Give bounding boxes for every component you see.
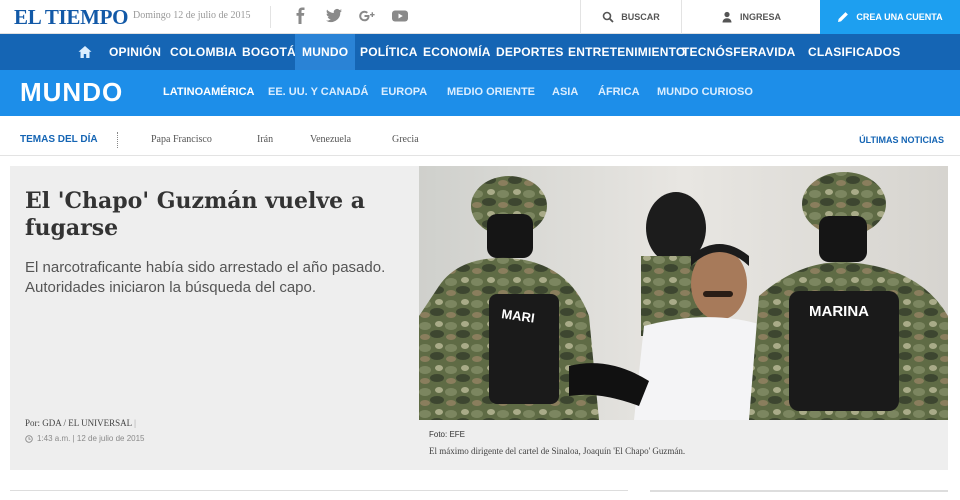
- subnav-medio-oriente[interactable]: MEDIO ORIENTE: [447, 86, 535, 98]
- divider: [270, 6, 271, 28]
- google-plus-icon[interactable]: [358, 7, 376, 25]
- home-icon[interactable]: [77, 44, 93, 60]
- article-lead: El narcotraficante había sido arrestado …: [25, 259, 386, 296]
- subnav-mundo-curioso[interactable]: MUNDO CURIOSO: [657, 86, 753, 98]
- byline-author[interactable]: GDA / EL UNIVERSAL: [42, 418, 132, 428]
- twitter-icon[interactable]: [325, 7, 343, 25]
- main-nav: OPINIÓN COLOMBIA BOGOTÁ MUNDO POLÍTICA E…: [0, 34, 960, 70]
- nav-item-colombia[interactable]: COLOMBIA: [170, 34, 237, 70]
- article-headline[interactable]: El 'Chapo' Guzmán vuelve a fugarse: [25, 188, 405, 242]
- divider: [117, 132, 118, 148]
- topic-link[interactable]: Papa Francisco: [151, 134, 212, 145]
- signup-label: CREA UNA CUENTA: [856, 12, 943, 22]
- subnav-asia[interactable]: ASIA: [552, 86, 578, 98]
- search-label: BUSCAR: [621, 12, 660, 22]
- nav-item-vida[interactable]: VIDA: [766, 34, 795, 70]
- signup-button[interactable]: CREA UNA CUENTA: [820, 0, 960, 34]
- current-date: Domingo 12 de julio de 2015: [133, 10, 251, 21]
- topic-link[interactable]: Venezuela: [310, 134, 351, 145]
- nav-item-entretenimiento[interactable]: ENTRETENIMIENTO: [568, 34, 685, 70]
- nav-item-deportes[interactable]: DEPORTES: [496, 34, 564, 70]
- photo-caption: El máximo dirigente del cartel de Sinalo…: [429, 446, 686, 456]
- nav-item-mundo[interactable]: MUNDO: [295, 34, 356, 70]
- latest-news-link[interactable]: ÚLTIMAS NOTICIAS: [859, 135, 944, 145]
- subnav-latinoamerica[interactable]: LATINOAMÉRICA: [163, 86, 254, 98]
- byline-separator: |: [134, 418, 136, 428]
- nav-item-bogota[interactable]: BOGOTÁ: [242, 34, 296, 70]
- site-logo[interactable]: EL TIEMPO: [14, 5, 129, 30]
- featured-article: El 'Chapo' Guzmán vuelve a fugarse El na…: [10, 166, 948, 470]
- byline-prefix: Por:: [25, 418, 41, 428]
- section-title[interactable]: MUNDO: [20, 77, 123, 108]
- article-photo[interactable]: MARI MARINA: [419, 166, 948, 420]
- subnav-europa[interactable]: EUROPA: [381, 86, 427, 98]
- article-timestamp: 1:43 a.m. | 12 de julio de 2015: [25, 434, 145, 443]
- nav-item-economia[interactable]: ECONOMÍA: [423, 34, 491, 70]
- clock-icon: [25, 434, 33, 443]
- pencil-icon: [837, 11, 849, 23]
- trending-topics-label: TEMAS DEL DÍA: [20, 134, 98, 145]
- topic-link[interactable]: Irán: [257, 134, 273, 145]
- nav-item-tecnosfera[interactable]: TECNÓSFERA: [682, 34, 767, 70]
- social-links: [292, 7, 409, 25]
- nav-item-opinion[interactable]: OPINIÓN: [109, 34, 161, 70]
- article-byline: Por: GDA / EL UNIVERSAL |: [25, 418, 136, 428]
- login-button[interactable]: INGRESA: [681, 0, 820, 34]
- section-header: MUNDO LATINOAMÉRICA EE. UU. Y CANADÁ EUR…: [0, 70, 960, 116]
- nav-item-clasificados[interactable]: CLASIFICADOS: [808, 34, 900, 70]
- subnav-eeuu-canada[interactable]: EE. UU. Y CANADÁ: [268, 86, 368, 98]
- facebook-icon[interactable]: [292, 7, 310, 25]
- trending-topics-bar: TEMAS DEL DÍA Papa Francisco Irán Venezu…: [0, 116, 960, 156]
- search-button[interactable]: BUSCAR: [580, 0, 681, 34]
- user-icon: [721, 11, 733, 23]
- topic-link[interactable]: Grecia: [392, 134, 419, 145]
- top-bar: EL TIEMPO Domingo 12 de julio de 2015 BU…: [0, 0, 960, 34]
- subnav-africa[interactable]: ÁFRICA: [598, 86, 640, 98]
- search-icon: [602, 11, 614, 23]
- timestamp-text: 1:43 a.m. | 12 de julio de 2015: [37, 434, 145, 443]
- vest-label: MARINA: [809, 303, 869, 320]
- login-label: INGRESA: [739, 12, 781, 22]
- youtube-icon[interactable]: [391, 7, 409, 25]
- nav-item-politica[interactable]: POLÍTICA: [360, 34, 418, 70]
- photo-credit: Foto: EFE: [429, 430, 466, 439]
